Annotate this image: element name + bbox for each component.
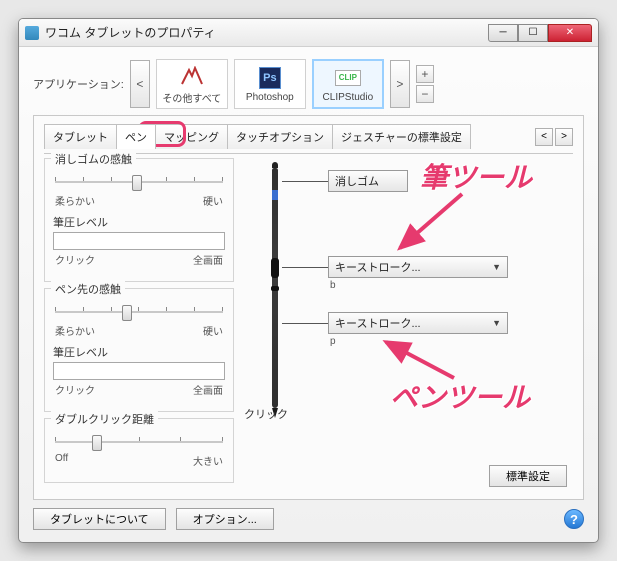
- close-button[interactable]: ✕: [548, 24, 592, 42]
- application-label: アプリケーション:: [33, 76, 124, 92]
- chevron-down-icon: ▼: [492, 318, 501, 328]
- annotation-arrow-brush: [382, 188, 472, 258]
- double-click-group: ダブルクリック距離 Off大きい: [44, 418, 234, 483]
- tab-mapping[interactable]: マッピング: [155, 124, 228, 149]
- lower-button-keystroke: p: [330, 336, 508, 347]
- titlebar[interactable]: ワコム タブレットのプロパティ ─ ☐ ✕: [19, 19, 598, 47]
- window: ワコム タブレットのプロパティ ─ ☐ ✕ アプリケーション: < その他すべて…: [18, 18, 599, 543]
- upper-button-keystroke: b: [330, 280, 508, 291]
- tab-pen[interactable]: ペン: [116, 124, 156, 149]
- app-item-photoshop[interactable]: Ps Photoshop: [234, 59, 306, 109]
- tab-gesture-default[interactable]: ジェスチャーの標準設定: [332, 124, 471, 149]
- double-click-slider[interactable]: [55, 433, 223, 451]
- eraser-assign-dropdown[interactable]: 消しゴム: [328, 170, 408, 192]
- app-icon: [25, 26, 39, 40]
- default-settings-button[interactable]: 標準設定: [489, 465, 567, 487]
- add-app-button[interactable]: +: [416, 65, 434, 83]
- app-item-clipstudio[interactable]: CLIP CLIPStudio: [312, 59, 384, 109]
- window-title: ワコム タブレットのプロパティ: [45, 24, 488, 41]
- chevron-down-icon: ▼: [492, 262, 501, 272]
- tab-scroll-left[interactable]: <: [535, 128, 553, 146]
- eraser-feel-group: 消しゴムの感触 柔らかい硬い 筆圧レベル クリック全画面: [44, 158, 234, 282]
- tab-scroll-right[interactable]: >: [555, 128, 573, 146]
- tip-feel-slider[interactable]: [55, 303, 223, 321]
- annotation-pen-tool: ペンツール: [390, 376, 530, 416]
- tip-feel-title: ペン先の感触: [51, 281, 125, 297]
- tip-feel-group: ペン先の感触 柔らかい硬い 筆圧レベル クリック全画面: [44, 288, 234, 412]
- options-button[interactable]: オプション...: [176, 508, 274, 530]
- clipstudio-icon: CLIP: [335, 66, 361, 90]
- main-panel: タブレット ペン マッピング タッチオプション ジェスチャーの標準設定 < > …: [33, 115, 584, 500]
- maximize-button[interactable]: ☐: [518, 24, 548, 42]
- upper-button-dropdown[interactable]: キーストローク... ▼: [328, 256, 508, 278]
- application-row: アプリケーション: < その他すべて Ps Photoshop: [33, 59, 584, 109]
- pen-tip-label: クリック: [244, 406, 288, 422]
- eraser-feel-slider[interactable]: [55, 173, 223, 191]
- double-click-title: ダブルクリック距離: [51, 411, 158, 427]
- app-scroll-right[interactable]: >: [390, 60, 410, 108]
- pen-illustration: [272, 168, 278, 418]
- eraser-pressure-label: 筆圧レベル: [53, 214, 225, 230]
- tab-touch-options[interactable]: タッチオプション: [227, 124, 333, 149]
- photoshop-icon: Ps: [257, 66, 283, 90]
- tip-pressure-field[interactable]: [53, 362, 225, 380]
- lower-button-dropdown[interactable]: キーストローク... ▼: [328, 312, 508, 334]
- tip-pressure-label: 筆圧レベル: [53, 344, 225, 360]
- generic-app-icon: [179, 64, 205, 88]
- eraser-pressure-field[interactable]: [53, 232, 225, 250]
- minimize-button[interactable]: ─: [488, 24, 518, 42]
- app-item-other[interactable]: その他すべて: [156, 59, 228, 109]
- annotation-brush-tool: 筆ツール: [420, 156, 532, 196]
- about-tablet-button[interactable]: タブレットについて: [33, 508, 166, 530]
- tab-tablet[interactable]: タブレット: [44, 124, 117, 149]
- eraser-feel-title: 消しゴムの感触: [51, 151, 136, 167]
- app-scroll-left[interactable]: <: [130, 60, 150, 108]
- remove-app-button[interactable]: −: [416, 85, 434, 103]
- help-button[interactable]: ?: [564, 509, 584, 529]
